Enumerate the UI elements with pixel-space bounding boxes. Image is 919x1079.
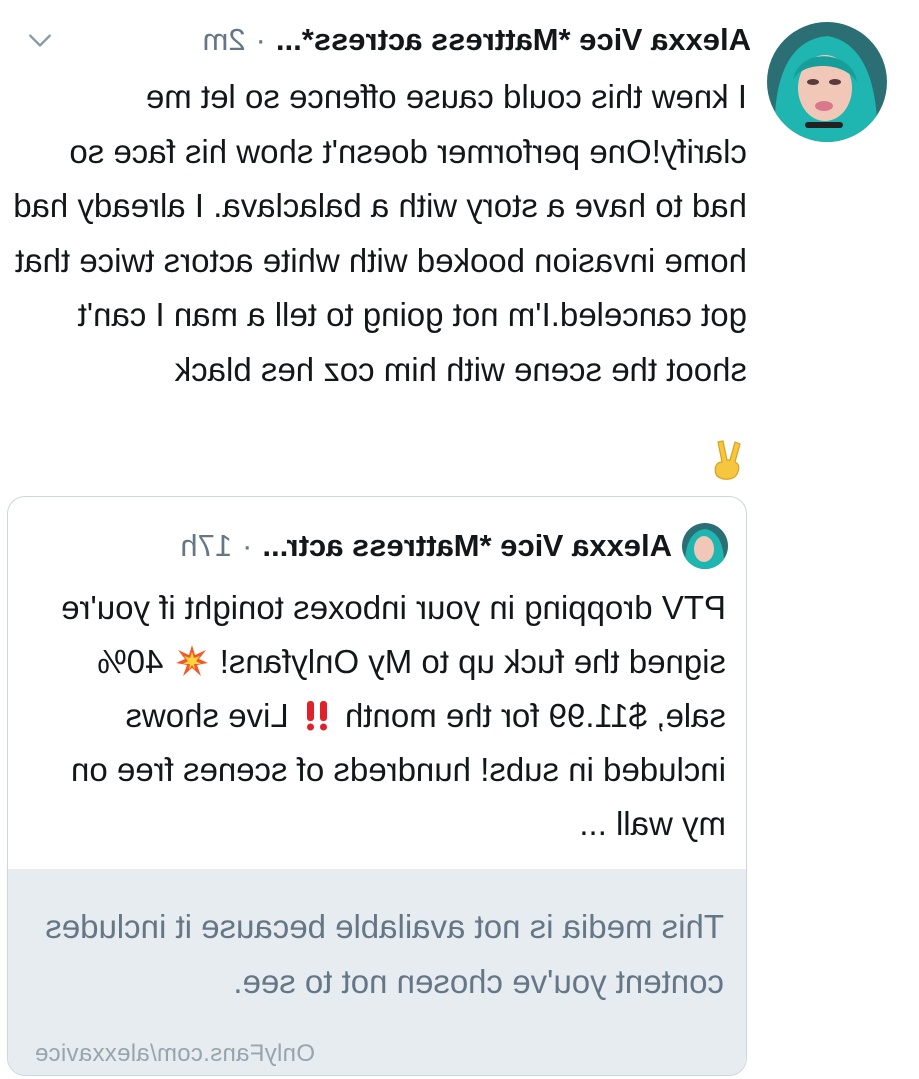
quoted-author-avatar bbox=[682, 523, 728, 569]
collision-emoji-icon bbox=[175, 645, 208, 676]
tweet-timestamp[interactable]: 2m bbox=[203, 18, 246, 62]
quoted-tweet-body: PTV dropping in your inboxes tonight if … bbox=[26, 581, 726, 851]
quoted-author-name: Alexxa Vice *Mattress actr... bbox=[262, 528, 672, 563]
victory-hand-emoji-icon bbox=[714, 440, 741, 480]
tweet-body: I knew this could cause offence so let m… bbox=[13, 78, 747, 388]
watermark: OnlyFans.com/alexxavice bbox=[34, 1040, 315, 1067]
quoted-tweet-card[interactable]: Alexxa Vice *Mattress actr... · 17h PTV … bbox=[7, 496, 747, 1076]
quoted-avatar-image bbox=[682, 523, 728, 569]
quoted-tweet-timestamp: 17h bbox=[180, 528, 233, 563]
quoted-tweet-header: Alexxa Vice *Mattress actr... · 17h bbox=[28, 523, 728, 569]
quoted-separator-dot: · bbox=[242, 528, 253, 563]
tweet-screenshot: Alexxa Vice *Mattress actress*... · 2m I… bbox=[0, 0, 919, 1079]
avatar-image bbox=[767, 22, 887, 142]
author-name[interactable]: Alexxa Vice *Mattress actress*... bbox=[276, 18, 751, 62]
media-notice-text: This media is not available because it i… bbox=[45, 908, 724, 1000]
tweet-header: Alexxa Vice *Mattress actress*... · 2m bbox=[11, 18, 751, 62]
author-avatar[interactable] bbox=[767, 22, 887, 142]
chevron-down-icon[interactable] bbox=[27, 27, 53, 53]
separator-dot: · bbox=[255, 22, 266, 57]
double-exclamation-emoji-icon bbox=[306, 701, 327, 731]
